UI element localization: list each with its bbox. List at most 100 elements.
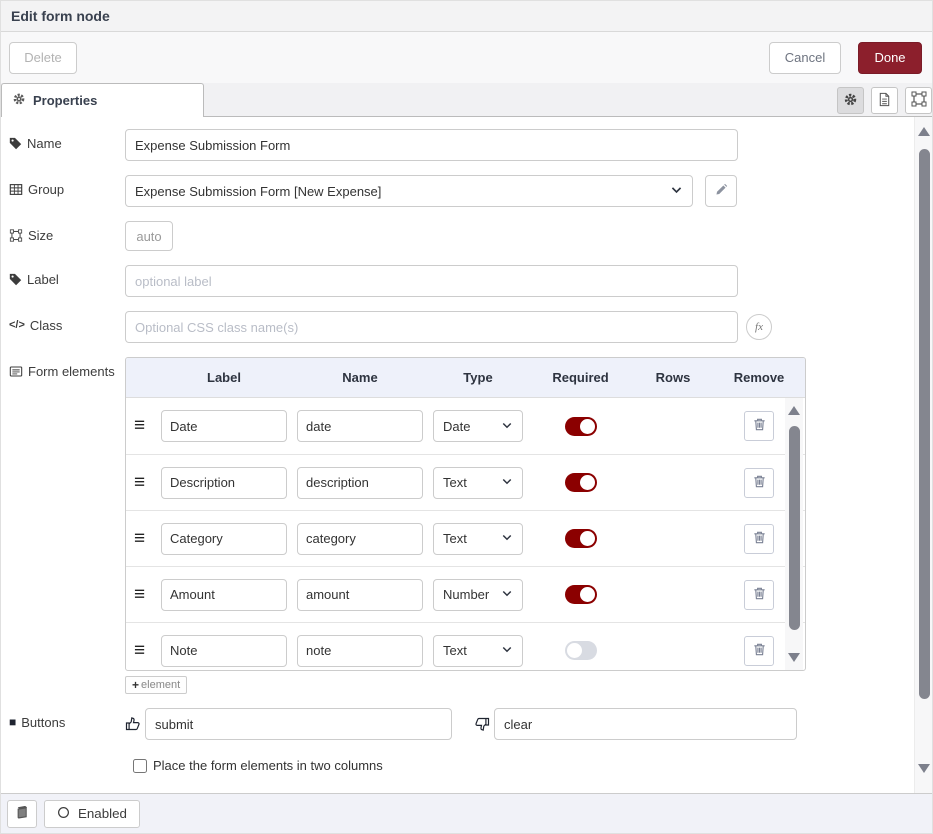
name-input[interactable] [125,129,738,161]
scroll-down-icon[interactable] [918,764,930,773]
element-name-input[interactable] [297,410,423,442]
col-remove: Remove [713,370,805,385]
label-input[interactable] [125,265,738,297]
label-label: Label [9,265,125,290]
object-group-icon [911,91,927,110]
element-name-input[interactable] [297,635,423,667]
drag-handle-icon[interactable]: ≡ [126,528,156,550]
element-type-select[interactable]: Text [433,467,523,499]
element-label-input[interactable] [161,523,287,555]
tab-bar: Properties [1,83,932,117]
edit-group-button[interactable] [705,175,737,207]
book-icon [15,805,29,822]
element-label-input[interactable] [161,635,287,667]
element-name-input[interactable] [297,579,423,611]
pencil-icon [715,183,728,199]
class-row: </> Class fx [9,311,906,343]
edit-form-node-dialog: Edit form node Delete Cancel Done Proper… [0,0,933,834]
square-icon: ■ [9,715,16,728]
form-element-row: ≡ Date [126,398,805,454]
scroll-up-icon[interactable] [788,406,800,415]
tab-properties[interactable]: Properties [1,83,204,117]
size-label: Size [9,221,125,246]
group-select-value: Expense Submission Form [New Expense] [135,184,381,199]
drag-handle-icon[interactable]: ≡ [126,415,156,437]
element-type-select[interactable]: Date [433,410,523,442]
properties-gear-button[interactable] [837,87,864,114]
two-columns-label[interactable]: Place the form elements in two columns [153,758,383,773]
node-help-button[interactable] [7,800,37,828]
col-name: Name [292,370,428,385]
trash-icon [752,642,767,660]
scroll-up-icon[interactable] [918,127,930,136]
size-row: Size auto [9,221,906,251]
add-element-button[interactable]: +element [125,676,187,694]
required-toggle[interactable] [565,641,597,660]
trash-icon [752,417,767,435]
buttons-row: ■ Buttons [9,708,906,740]
tab-icon-buttons [837,87,932,114]
scrollbar-thumb[interactable] [789,426,800,630]
expression-fx-button[interactable]: fx [746,314,772,340]
cancel-button[interactable]: Cancel [769,42,841,74]
required-toggle[interactable] [565,585,597,604]
submit-button-input[interactable] [145,708,452,740]
drag-handle-icon[interactable]: ≡ [126,584,156,606]
buttons-inputs [125,708,797,740]
col-required: Required [528,370,633,385]
size-auto-button[interactable]: auto [125,221,173,251]
form-element-row: ≡ Text [126,454,805,510]
chevron-down-icon [501,531,513,546]
drag-handle-icon[interactable]: ≡ [126,640,156,662]
delete-element-button[interactable] [744,468,774,498]
done-button[interactable]: Done [858,42,922,74]
panel-scrollbar[interactable] [914,117,932,795]
element-type-select[interactable]: Number [433,579,523,611]
group-label: Group [9,175,125,200]
element-name-input[interactable] [297,467,423,499]
group-select[interactable]: Expense Submission Form [New Expense] [125,175,693,207]
delete-element-button[interactable] [744,524,774,554]
element-name-input[interactable] [297,523,423,555]
element-type-select[interactable]: Text [433,523,523,555]
tag-icon [9,136,22,154]
chevron-down-icon [501,419,513,434]
col-label: Label [156,370,292,385]
trash-icon [752,474,767,492]
table-grid-icon [9,182,23,200]
trash-icon [752,530,767,548]
element-label-input[interactable] [161,410,287,442]
appearance-button[interactable] [905,87,932,114]
label-row: Label [9,265,906,297]
delete-element-button[interactable] [744,636,774,666]
required-toggle[interactable] [565,529,597,548]
drag-handle-icon[interactable]: ≡ [126,472,156,494]
delete-element-button[interactable] [744,411,774,441]
clear-button-input[interactable] [494,708,797,740]
delete-element-button[interactable] [744,580,774,610]
gear-icon [843,92,858,110]
enabled-toggle-button[interactable]: Enabled [44,800,140,828]
circle-icon [57,806,70,822]
element-type-select[interactable]: Text [433,635,523,667]
required-toggle[interactable] [565,473,597,492]
group-row: Group Expense Submission Form [New Expen… [9,175,906,207]
element-type-value: Text [443,475,467,490]
required-toggle[interactable] [565,417,597,436]
scroll-down-icon[interactable] [788,653,800,662]
code-icon: </> [9,318,25,333]
two-columns-checkbox[interactable] [133,759,147,773]
table-scrollbar[interactable] [785,398,803,670]
table-header: Label Name Type Required Rows Remove [126,358,805,398]
object-group-icon [9,228,23,246]
gear-icon [12,92,26,109]
form-elements-table: Label Name Type Required Rows Remove ≡ D… [125,357,806,671]
element-label-input[interactable] [161,467,287,499]
delete-button[interactable]: Delete [9,42,77,74]
tab-properties-label: Properties [33,93,97,108]
scrollbar-thumb[interactable] [919,149,930,699]
class-input[interactable] [125,311,738,343]
element-label-input[interactable] [161,579,287,611]
description-doc-button[interactable] [871,87,898,114]
dialog-footer: Enabled [1,793,932,833]
